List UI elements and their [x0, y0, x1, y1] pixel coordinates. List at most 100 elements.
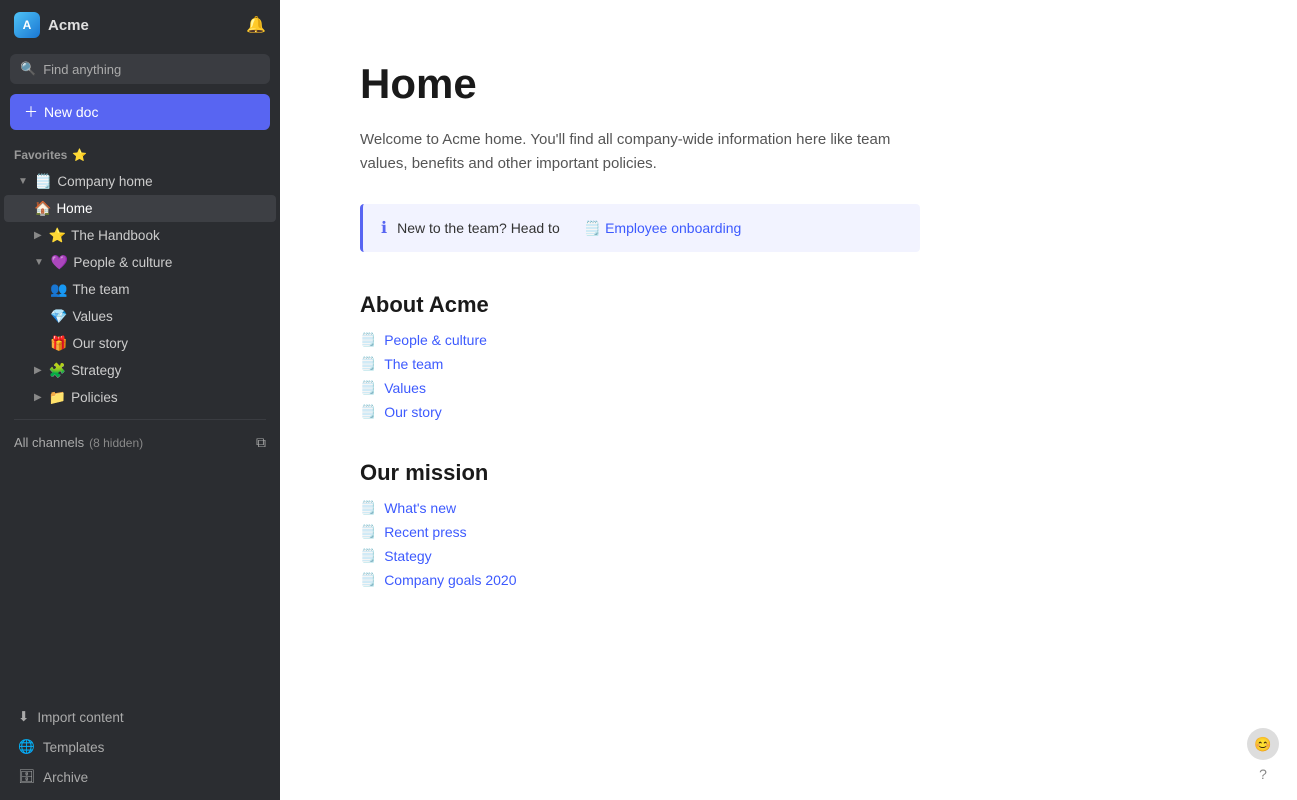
doc-icon-7: 🗒️ [360, 548, 376, 564]
link-people-culture[interactable]: 🗒️ People & culture [360, 332, 1217, 348]
app-icon: A [14, 12, 40, 38]
all-channels[interactable]: All channels (8 hidden) ⧉ [0, 428, 280, 457]
people-culture-label: People & culture [73, 255, 172, 270]
link-whats-new[interactable]: 🗒️ What's new [360, 500, 1217, 516]
app-title-area[interactable]: A Acme [14, 12, 89, 38]
info-banner: ℹ New to the team? Head to 🗒️ Employee o… [360, 204, 920, 252]
strategy-icon: 🧩 [49, 362, 66, 379]
chevron-down-icon: ▼ [18, 176, 28, 187]
sidebar-item-company-home[interactable]: ▼ 🗒️ Company home [4, 168, 276, 195]
link-whats-new-label: What's new [384, 500, 456, 516]
archive-icon: 🗄 [18, 769, 35, 785]
templates-item[interactable]: 🌐 Templates [4, 732, 276, 762]
help-avatar[interactable]: 😊 [1247, 728, 1279, 760]
plus-icon: ＋ [24, 102, 38, 122]
our-story-label: Our story [72, 336, 128, 351]
link-stategy-label: Stategy [384, 548, 431, 564]
people-culture-icon: 💜 [51, 254, 68, 271]
handbook-star-icon: ⭐ [49, 227, 66, 244]
notification-bell-icon[interactable]: 🔔 [246, 15, 266, 35]
chevron-down-icon-pc: ▼ [34, 257, 44, 268]
link-our-story[interactable]: 🗒️ Our story [360, 404, 1217, 420]
sidebar-bottom: ⬇ Import content 🌐 Templates 🗄 Archive [0, 702, 280, 800]
chevron-right-policies-icon: ▶ [34, 392, 42, 403]
policies-label: Policies [71, 390, 118, 405]
new-doc-button[interactable]: ＋ New doc [10, 94, 270, 130]
doc-icon-1: 🗒️ [360, 332, 376, 348]
page-title: Home [360, 60, 1217, 108]
policies-icon: 📁 [49, 389, 66, 406]
doc-icon-2: 🗒️ [360, 356, 376, 372]
link-people-culture-label: People & culture [384, 332, 487, 348]
values-icon: 💎 [50, 308, 67, 325]
about-acme-title: About Acme [360, 292, 1217, 318]
all-channels-left: All channels (8 hidden) [14, 435, 143, 450]
onboarding-doc-icon: 🗒️ [584, 220, 601, 237]
sidebar-item-handbook[interactable]: ▶ ⭐ The Handbook [4, 222, 276, 249]
help-question-mark[interactable]: ? [1259, 766, 1267, 782]
sidebar-item-people-culture[interactable]: ▼ 💜 People & culture [4, 249, 276, 276]
link-the-team-label: The team [384, 356, 443, 372]
link-values-label: Values [384, 380, 426, 396]
link-values[interactable]: 🗒️ Values [360, 380, 1217, 396]
the-team-label: The team [72, 282, 129, 297]
doc-icon-5: 🗒️ [360, 500, 376, 516]
company-home-icon: 🗒️ [35, 173, 52, 190]
doc-icon-4: 🗒️ [360, 404, 376, 420]
help-bubble: 😊 ? [1247, 728, 1279, 782]
doc-icon-6: 🗒️ [360, 524, 376, 540]
link-recent-press[interactable]: 🗒️ Recent press [360, 524, 1217, 540]
link-stategy[interactable]: 🗒️ Stategy [360, 548, 1217, 564]
our-mission-links: 🗒️ What's new 🗒️ Recent press 🗒️ Stategy… [360, 500, 1217, 588]
home-label: Home [56, 201, 92, 216]
link-our-story-label: Our story [384, 404, 442, 420]
link-recent-press-label: Recent press [384, 524, 466, 540]
new-doc-label: New doc [44, 104, 98, 120]
app-name: Acme [48, 17, 89, 34]
archive-label: Archive [43, 770, 88, 785]
link-the-team[interactable]: 🗒️ The team [360, 356, 1217, 372]
copy-icon[interactable]: ⧉ [256, 434, 266, 451]
import-icon: ⬇ [18, 709, 29, 725]
sidebar-item-home[interactable]: 🏠 Home [4, 195, 276, 222]
templates-icon: 🌐 [18, 739, 35, 755]
strategy-label: Strategy [71, 363, 121, 378]
search-bar[interactable]: 🔍 Find anything [10, 54, 270, 84]
channels-count: (8 hidden) [89, 436, 143, 450]
sidebar-item-values[interactable]: 💎 Values [4, 303, 276, 330]
link-company-goals[interactable]: 🗒️ Company goals 2020 [360, 572, 1217, 588]
channels-label: All channels [14, 435, 84, 450]
sidebar-item-the-team[interactable]: 👥 The team [4, 276, 276, 303]
home-icon: 🏠 [34, 200, 51, 217]
doc-icon-3: 🗒️ [360, 380, 376, 396]
our-mission-title: Our mission [360, 460, 1217, 486]
company-home-label: Company home [57, 174, 152, 189]
import-label: Import content [37, 710, 123, 725]
favorites-label: Favorites ⭐ [0, 144, 280, 168]
import-content-item[interactable]: ⬇ Import content [4, 702, 276, 732]
search-label: Find anything [43, 62, 121, 77]
team-icon: 👥 [50, 281, 67, 298]
search-icon: 🔍 [20, 61, 36, 77]
handbook-label: The Handbook [71, 228, 160, 243]
about-acme-links: 🗒️ People & culture 🗒️ The team 🗒️ Value… [360, 332, 1217, 420]
main-content: Home Welcome to Acme home. You'll find a… [280, 0, 1297, 800]
onboarding-link-label: Employee onboarding [605, 220, 741, 236]
chevron-right-strategy-icon: ▶ [34, 365, 42, 376]
info-icon: ℹ [381, 218, 387, 238]
page-subtitle: Welcome to Acme home. You'll find all co… [360, 128, 920, 176]
doc-icon-8: 🗒️ [360, 572, 376, 588]
sidebar-item-strategy[interactable]: ▶ 🧩 Strategy [4, 357, 276, 384]
templates-label: Templates [43, 740, 105, 755]
star-icon: ⭐ [72, 148, 87, 162]
our-story-icon: 🎁 [50, 335, 67, 352]
divider [14, 419, 266, 420]
chevron-right-icon: ▶ [34, 230, 42, 241]
sidebar-header: A Acme 🔔 [0, 0, 280, 50]
values-label: Values [72, 309, 112, 324]
employee-onboarding-link[interactable]: 🗒️ Employee onboarding [584, 220, 742, 237]
archive-item[interactable]: 🗄 Archive [4, 762, 276, 792]
sidebar-item-our-story[interactable]: 🎁 Our story [4, 330, 276, 357]
sidebar: A Acme 🔔 🔍 Find anything ＋ New doc Favor… [0, 0, 280, 800]
sidebar-item-policies[interactable]: ▶ 📁 Policies [4, 384, 276, 411]
